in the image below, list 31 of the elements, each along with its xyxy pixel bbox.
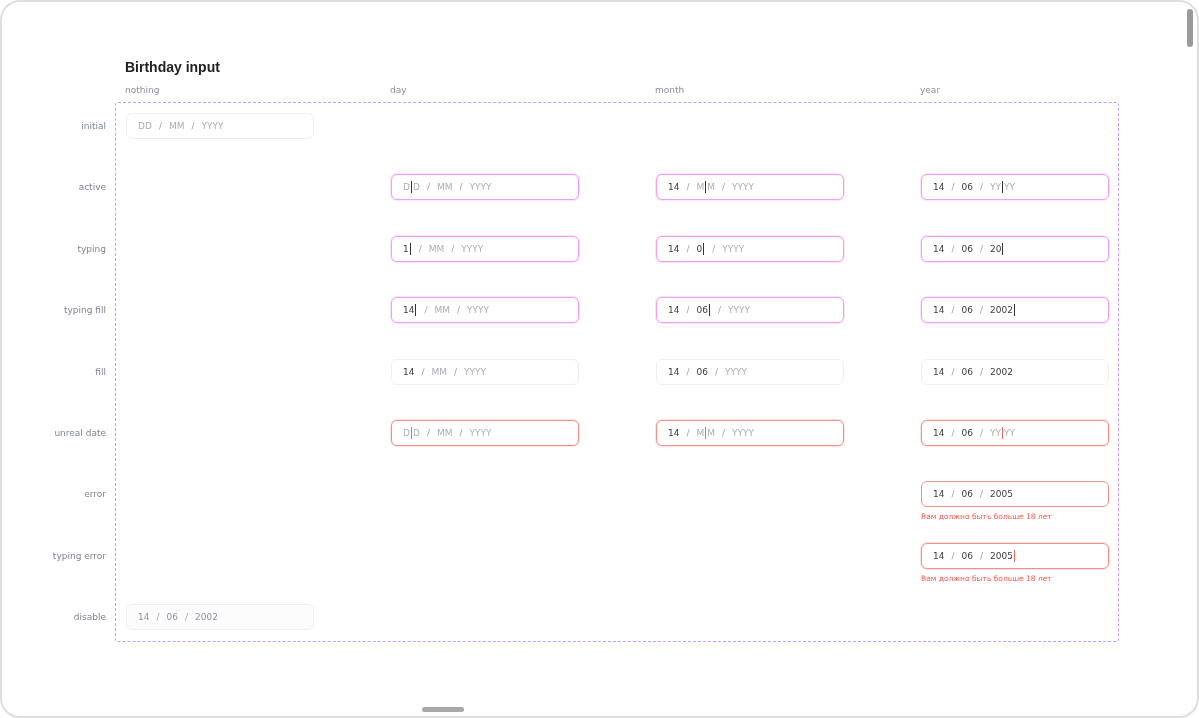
column-header: month (655, 85, 685, 95)
row-label: disable (73, 611, 106, 625)
section-title: Birthday input (125, 58, 220, 77)
date-field[interactable]: 14 / 06 / 20 (921, 235, 1109, 262)
column-header: year (920, 85, 941, 95)
column-header: day (390, 85, 407, 95)
date-field[interactable]: 14 / 06 / 2005 (921, 481, 1109, 508)
date-field[interactable]: 14 / 06 / 2002 (921, 358, 1109, 385)
scrollbar[interactable] (1187, 9, 1193, 47)
row-label: initial (81, 120, 106, 133)
date-field[interactable]: 14 / 06 / YY YY (921, 174, 1109, 201)
date-field[interactable]: 14 / M M / YYYY (656, 419, 844, 446)
date-field[interactable]: 14 / 06 / 2002 (921, 297, 1109, 324)
row-label: typing error (52, 549, 106, 563)
date-field[interactable]: 14 / MM / YYYY (391, 297, 579, 324)
home-indicator (422, 707, 464, 712)
date-field[interactable]: 14 / 06 / YYYY (656, 358, 844, 385)
row-label: fill (95, 365, 106, 379)
row-label: unreal date (54, 426, 106, 440)
date-field[interactable]: 14 / 0 / YYYY (656, 235, 844, 262)
date-field[interactable]: 14 / M M / YYYY (656, 174, 844, 201)
date-field[interactable]: 14 / 06 / 2005 (921, 542, 1109, 569)
date-field[interactable]: 14 / 06 / YY YY (921, 419, 1109, 446)
date-field[interactable]: 1 / MM / YYYY (391, 235, 579, 262)
date-field[interactable]: 14 / MM / YYYY (391, 358, 579, 385)
row-label: typing (77, 242, 106, 256)
column-header: nothing (125, 85, 160, 95)
row-label: error (84, 488, 106, 502)
row-label: active (78, 181, 106, 195)
date-field[interactable]: 14 / 06 / YYYY (656, 297, 844, 324)
row-label: typing fill (63, 304, 106, 318)
